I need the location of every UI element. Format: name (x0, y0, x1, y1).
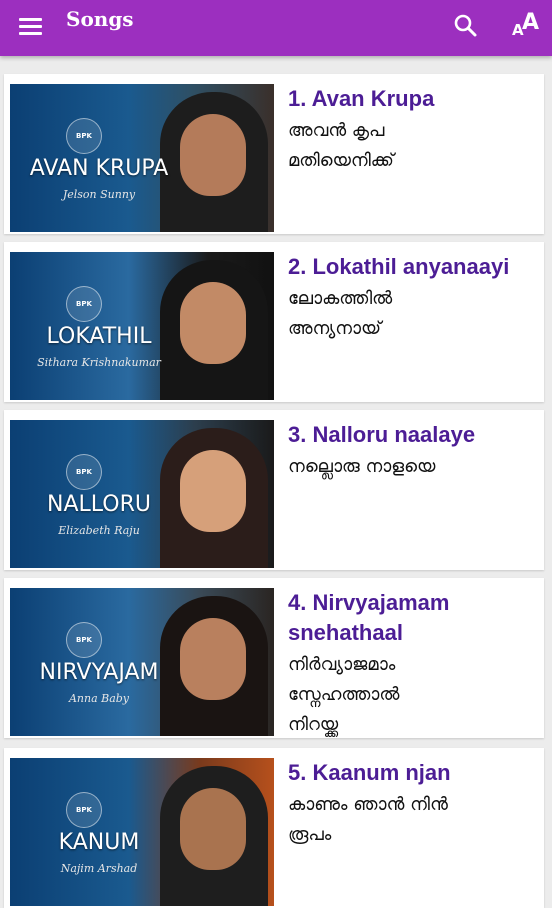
thumbnail-artist: Anna Baby (68, 692, 130, 705)
song-thumbnail-4: BPK NIRVYAJAM Anna Baby (10, 588, 274, 736)
album-logo: BPK (66, 792, 102, 828)
font-size-big-a: A (522, 10, 540, 35)
song-malayalam-title: നല്ലൊരു നാളയെ (288, 456, 436, 477)
song-thumbnail-5: BPK KANUM Najim Arshad (10, 758, 274, 906)
album-logo: BPK (66, 118, 102, 154)
song-card-5[interactable]: BPK KANUM Najim Arshad 5. Kaanum njan കാ… (4, 748, 544, 908)
song-thumbnail-1: BPK AVAN KRUPA Jelson Sunny (10, 84, 274, 232)
song-malayalam-title: ലോകത്തിൽ അന്യനായ് (288, 288, 393, 339)
hamburger-menu-icon[interactable] (18, 16, 44, 38)
song-thumbnail-3: BPK NALLORU Elizabeth Raju (10, 420, 274, 568)
album-logo: BPK (66, 454, 102, 490)
thumbnail-artist: Sithara Krishnakumar (37, 356, 161, 369)
song-card-4[interactable]: BPK NIRVYAJAM Anna Baby 4. Nirvyajamam s… (4, 578, 544, 738)
app-bar: Songs A A (0, 0, 552, 56)
thumbnail-title: LOKATHIL (46, 324, 152, 349)
song-title: 4. Nirvyajamam snehathaal (288, 590, 450, 645)
thumbnail-artist: Najim Arshad (60, 862, 138, 875)
font-size-icon[interactable]: A A (510, 10, 544, 40)
thumbnail-title: AVAN KRUPA (29, 156, 169, 181)
song-malayalam-title: കാണും ഞാൻ നിൻ രൂപം (288, 794, 448, 845)
thumbnail-artist: Jelson Sunny (62, 188, 136, 201)
album-logo: BPK (66, 286, 102, 322)
song-title: 2. Lokathil anyanaayi (288, 254, 510, 279)
song-title: 3. Nalloru naalaye (288, 422, 476, 447)
singer-face (180, 788, 246, 870)
song-list: BPK AVAN KRUPA Jelson Sunny 1. Avan Krup… (0, 56, 552, 908)
song-card-2[interactable]: BPK LOKATHIL Sithara Krishnakumar 2. Lok… (4, 242, 544, 402)
song-title: 1. Avan Krupa (288, 86, 435, 111)
search-icon[interactable] (452, 12, 480, 40)
thumbnail-title: KANUM (58, 830, 140, 855)
song-thumbnail-2: BPK LOKATHIL Sithara Krishnakumar (10, 252, 274, 400)
singer-face (180, 114, 246, 196)
song-malayalam-title: നിർവ്യാജമാം സ്നേഹത്താൽ നിറയ്ക്ക (288, 654, 400, 735)
thumbnail-title: NALLORU (47, 492, 151, 517)
singer-face (180, 450, 246, 532)
song-card-3[interactable]: BPK NALLORU Elizabeth Raju 3. Nalloru na… (4, 410, 544, 570)
song-card-1[interactable]: BPK AVAN KRUPA Jelson Sunny 1. Avan Krup… (4, 74, 544, 234)
thumbnail-title: NIRVYAJAM (39, 660, 159, 685)
singer-face (180, 618, 246, 700)
song-malayalam-title: അവൻ കൃപ മതിയെനിക്ക് (288, 120, 394, 171)
singer-face (180, 282, 246, 364)
page-title: Songs (66, 7, 134, 31)
album-logo: BPK (66, 622, 102, 658)
song-title: 5. Kaanum njan (288, 760, 451, 785)
thumbnail-artist: Elizabeth Raju (58, 524, 140, 537)
